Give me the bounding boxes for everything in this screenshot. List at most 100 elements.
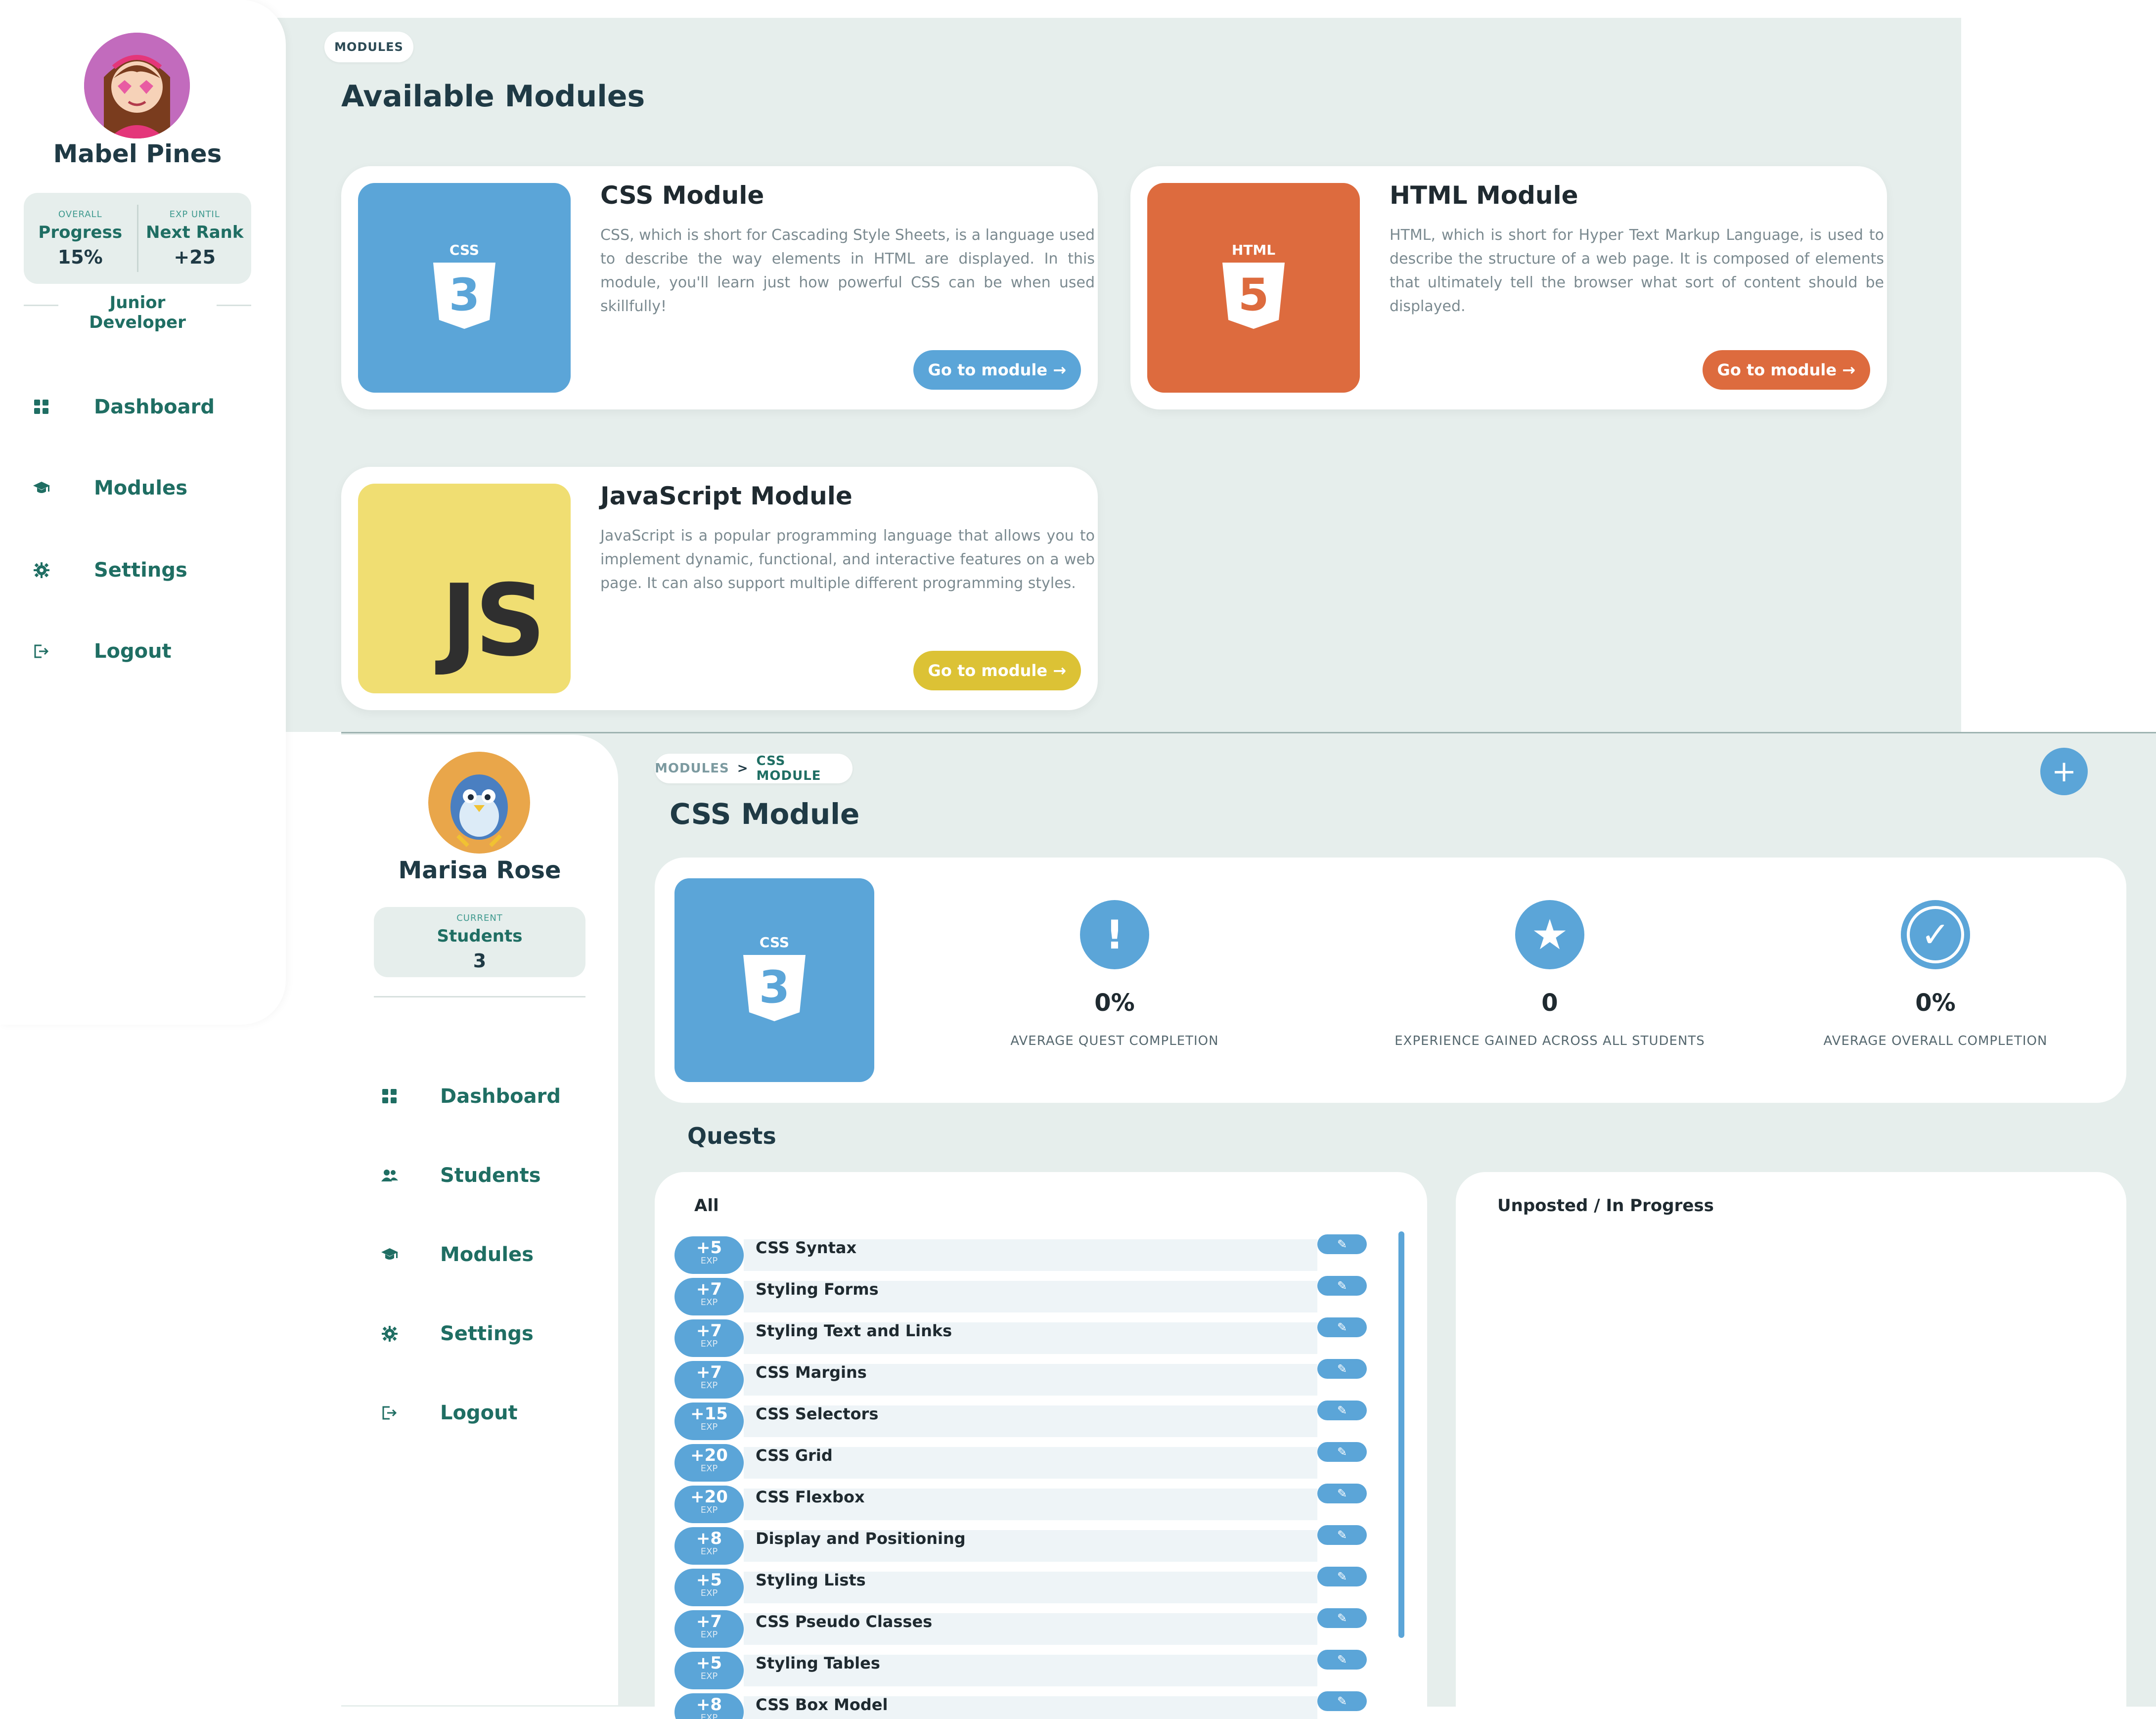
- module-card-javascript: JS JavaScript Module JavaScript is a pop…: [341, 467, 1098, 710]
- quest-row[interactable]: +7 EXP CSS Pseudo Classes ✎: [674, 1608, 1396, 1648]
- page-title: Available Modules: [341, 79, 645, 114]
- exp-value: +7: [696, 1321, 722, 1341]
- edit-quest-button[interactable]: ✎: [1317, 1442, 1367, 1462]
- quest-list-scrollbar[interactable]: [1398, 1231, 1404, 1638]
- quest-row[interactable]: +5 EXP CSS Syntax ✎: [674, 1234, 1396, 1274]
- plus-icon: +: [2051, 754, 2077, 789]
- nav-dashboard[interactable]: Dashboard: [381, 1085, 561, 1108]
- quest-row[interactable]: +7 EXP CSS Margins ✎: [674, 1359, 1396, 1399]
- nav-settings[interactable]: Settings: [33, 559, 187, 582]
- edit-quest-button[interactable]: ✎: [1317, 1276, 1367, 1296]
- svg-text:3: 3: [759, 961, 790, 1013]
- pencil-icon: ✎: [1337, 1694, 1348, 1708]
- breadcrumb[interactable]: MODULES: [324, 32, 413, 62]
- all-quests-panel: All +5 EXP CSS Syntax ✎ +7 EXP Styling Forms ✎ +…: [655, 1172, 1427, 1719]
- exp-value: +5: [696, 1570, 722, 1590]
- quest-name: Styling Tables: [756, 1654, 880, 1673]
- quest-row[interactable]: +8 EXP Display and Positioning ✎: [674, 1525, 1396, 1565]
- svg-text:5: 5: [1238, 269, 1269, 321]
- breadcrumb-modules[interactable]: MODULES: [655, 761, 729, 776]
- pencil-icon: ✎: [1337, 1487, 1348, 1500]
- quest-name: CSS Flexbox: [756, 1488, 865, 1506]
- edit-quest-button[interactable]: ✎: [1317, 1650, 1367, 1670]
- go-to-module-button[interactable]: Go to module →: [1702, 350, 1870, 390]
- css-logo-icon: CSS 3: [358, 183, 571, 393]
- edit-quest-button[interactable]: ✎: [1317, 1484, 1367, 1503]
- module-metrics-card: CSS 3 ! 0% AVERAGE QUEST COMPLETION ★ 0 …: [655, 858, 2126, 1103]
- stat-overall-progress: OVERALL Progress 15%: [24, 193, 137, 284]
- username: Marisa Rose: [398, 857, 561, 884]
- exp-value: +15: [690, 1404, 728, 1424]
- svg-text:CSS: CSS: [449, 242, 479, 258]
- edit-quest-button[interactable]: ✎: [1317, 1525, 1367, 1545]
- nav-modules[interactable]: Modules: [381, 1243, 534, 1266]
- pencil-icon: ✎: [1337, 1611, 1348, 1625]
- edit-quest-button[interactable]: ✎: [1317, 1234, 1367, 1254]
- quest-row[interactable]: +5 EXP Styling Lists ✎: [674, 1567, 1396, 1606]
- nav-students[interactable]: Students: [381, 1164, 541, 1187]
- quest-row[interactable]: +20 EXP CSS Grid ✎: [674, 1442, 1396, 1482]
- edit-quest-button[interactable]: ✎: [1317, 1691, 1367, 1711]
- module-description: HTML, which is short for Hyper Text Mark…: [1390, 226, 1884, 315]
- metric-caption: EXPERIENCE GAINED ACROSS ALL STUDENTS: [1394, 1034, 1705, 1048]
- stat-caption: CURRENT: [456, 912, 503, 923]
- logout-icon: [33, 642, 50, 660]
- module-card-html: HTML 5 HTML Module HTML, which is short …: [1130, 166, 1887, 409]
- nav-settings[interactable]: Settings: [381, 1322, 534, 1345]
- logout-icon: [381, 1404, 399, 1422]
- exp-label: EXP: [700, 1629, 718, 1640]
- nav-logout[interactable]: Logout: [381, 1402, 518, 1424]
- page-title: CSS Module: [670, 797, 860, 831]
- quest-row[interactable]: +8 EXP CSS Box Model ✎: [674, 1691, 1396, 1719]
- gear-icon: [381, 1325, 399, 1343]
- go-to-module-button[interactable]: Go to module →: [913, 651, 1081, 690]
- exp-badge: +8 EXP: [674, 1527, 744, 1565]
- quest-row[interactable]: +20 EXP CSS Flexbox ✎: [674, 1484, 1396, 1523]
- metric-value: 0%: [1915, 989, 1956, 1017]
- breadcrumb-current: CSS MODULE: [756, 754, 821, 783]
- quest-row[interactable]: +7 EXP Styling Text and Links ✎: [674, 1317, 1396, 1357]
- exp-label: EXP: [700, 1339, 718, 1349]
- edit-quest-button[interactable]: ✎: [1317, 1359, 1367, 1379]
- add-button[interactable]: +: [2040, 748, 2088, 795]
- quest-name: CSS Box Model: [756, 1695, 888, 1714]
- breadcrumb-modules[interactable]: MODULES: [334, 40, 404, 54]
- edit-quest-button[interactable]: ✎: [1317, 1567, 1367, 1586]
- css-logo-icon: CSS 3: [674, 878, 874, 1082]
- exp-value: +7: [696, 1279, 722, 1299]
- module-title: HTML Module: [1390, 181, 1578, 210]
- stat-label: Students: [437, 926, 523, 946]
- css-logo-label: CSS: [760, 934, 789, 950]
- nav-label: Modules: [94, 477, 188, 499]
- stat-current-students: CURRENT Students 3: [374, 907, 585, 977]
- quest-row[interactable]: +7 EXP Styling Forms ✎: [674, 1276, 1396, 1315]
- quests-heading: Quests: [687, 1123, 776, 1149]
- exp-value: +7: [696, 1612, 722, 1631]
- go-to-module-button[interactable]: Go to module →: [913, 350, 1081, 390]
- exp-value: +8: [696, 1529, 722, 1548]
- edit-quest-button[interactable]: ✎: [1317, 1317, 1367, 1337]
- quest-name: CSS Margins: [756, 1363, 867, 1382]
- exp-badge: +5 EXP: [674, 1569, 744, 1606]
- pencil-icon: ✎: [1337, 1528, 1348, 1542]
- exp-value: +8: [696, 1695, 722, 1715]
- avatar[interactable]: [428, 752, 530, 854]
- avatar[interactable]: [84, 33, 190, 138]
- exp-badge: +5 EXP: [674, 1236, 744, 1274]
- quest-row[interactable]: +15 EXP CSS Selectors ✎: [674, 1401, 1396, 1440]
- quest-name: Styling Text and Links: [756, 1321, 952, 1340]
- nav-modules[interactable]: Modules: [33, 477, 187, 499]
- quest-row[interactable]: +5 EXP Styling Tables ✎: [674, 1650, 1396, 1689]
- exp-badge: +7 EXP: [674, 1319, 744, 1357]
- module-title: JavaScript Module: [600, 482, 853, 510]
- unposted-heading: Unposted / In Progress: [1497, 1196, 1714, 1216]
- edit-quest-button[interactable]: ✎: [1317, 1608, 1367, 1628]
- exp-badge: +5 EXP: [674, 1652, 744, 1689]
- stat-value: 3: [473, 950, 487, 972]
- edit-quest-button[interactable]: ✎: [1317, 1401, 1367, 1420]
- nav-dashboard[interactable]: Dashboard: [33, 396, 215, 418]
- metric-value: 0%: [1094, 989, 1135, 1017]
- exp-value: +7: [696, 1362, 722, 1382]
- js-logo-text: JS: [441, 563, 546, 679]
- nav-logout[interactable]: Logout: [33, 640, 172, 663]
